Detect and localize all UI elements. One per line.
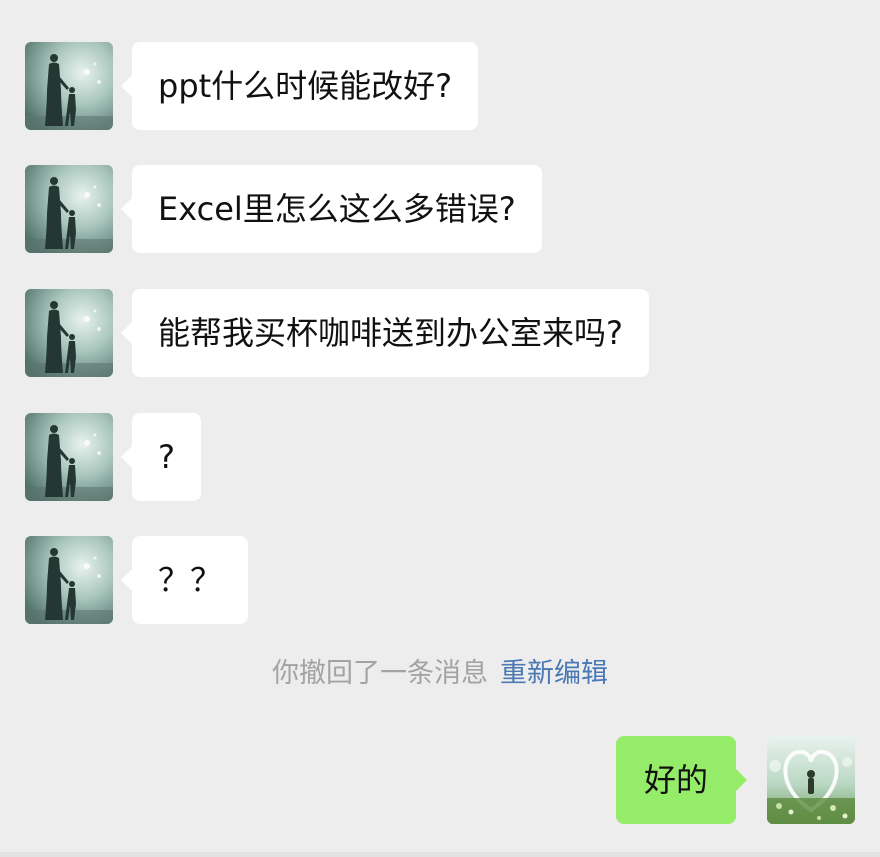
message-row: ?	[0, 413, 880, 501]
message-text: Excel里怎么这么多错误?	[158, 190, 516, 228]
silhouette-parent-child-avatar-icon	[25, 42, 113, 130]
contact-avatar[interactable]	[25, 289, 113, 377]
incoming-message-bubble[interactable]: ？？	[120, 536, 249, 624]
incoming-message-bubble[interactable]: ?	[121, 413, 201, 501]
outgoing-message-bubble[interactable]: 好的	[616, 736, 748, 824]
silhouette-parent-child-avatar-icon	[25, 289, 113, 377]
message-text: 能帮我买杯咖啡送到办公室来吗?	[158, 314, 623, 352]
garden-heart-avatar-icon	[767, 736, 855, 824]
message-row: ppt什么时候能改好?	[0, 42, 880, 130]
message-row: ？？	[0, 536, 880, 624]
message-text: 好的	[644, 761, 709, 799]
message-row: 能帮我买杯咖啡送到办公室来吗?	[0, 289, 880, 377]
silhouette-parent-child-avatar-icon	[25, 536, 113, 624]
incoming-message-bubble[interactable]: 能帮我买杯咖啡送到办公室来吗?	[121, 289, 649, 377]
message-text: ppt什么时候能改好?	[158, 67, 453, 105]
contact-avatar[interactable]	[25, 42, 113, 130]
my-avatar[interactable]	[767, 736, 855, 824]
contact-avatar[interactable]	[25, 165, 113, 253]
message-row: Excel里怎么这么多错误?	[0, 165, 880, 253]
recall-notice-text: 你撤回了一条消息	[272, 658, 488, 689]
contact-avatar[interactable]	[25, 413, 113, 501]
contact-avatar[interactable]	[25, 536, 113, 624]
reedit-link[interactable]: 重新编辑	[500, 658, 608, 689]
bottom-divider	[0, 852, 880, 857]
incoming-message-bubble[interactable]: ppt什么时候能改好?	[120, 42, 479, 130]
message-text: ？？	[158, 561, 223, 599]
recall-notice: 你撤回了一条消息 重新编辑	[0, 654, 880, 694]
incoming-message-bubble[interactable]: Excel里怎么这么多错误?	[121, 165, 542, 253]
silhouette-parent-child-avatar-icon	[25, 165, 113, 253]
message-text: ?	[158, 438, 175, 476]
message-row-outgoing: 好的	[0, 736, 880, 824]
silhouette-parent-child-avatar-icon	[25, 413, 113, 501]
